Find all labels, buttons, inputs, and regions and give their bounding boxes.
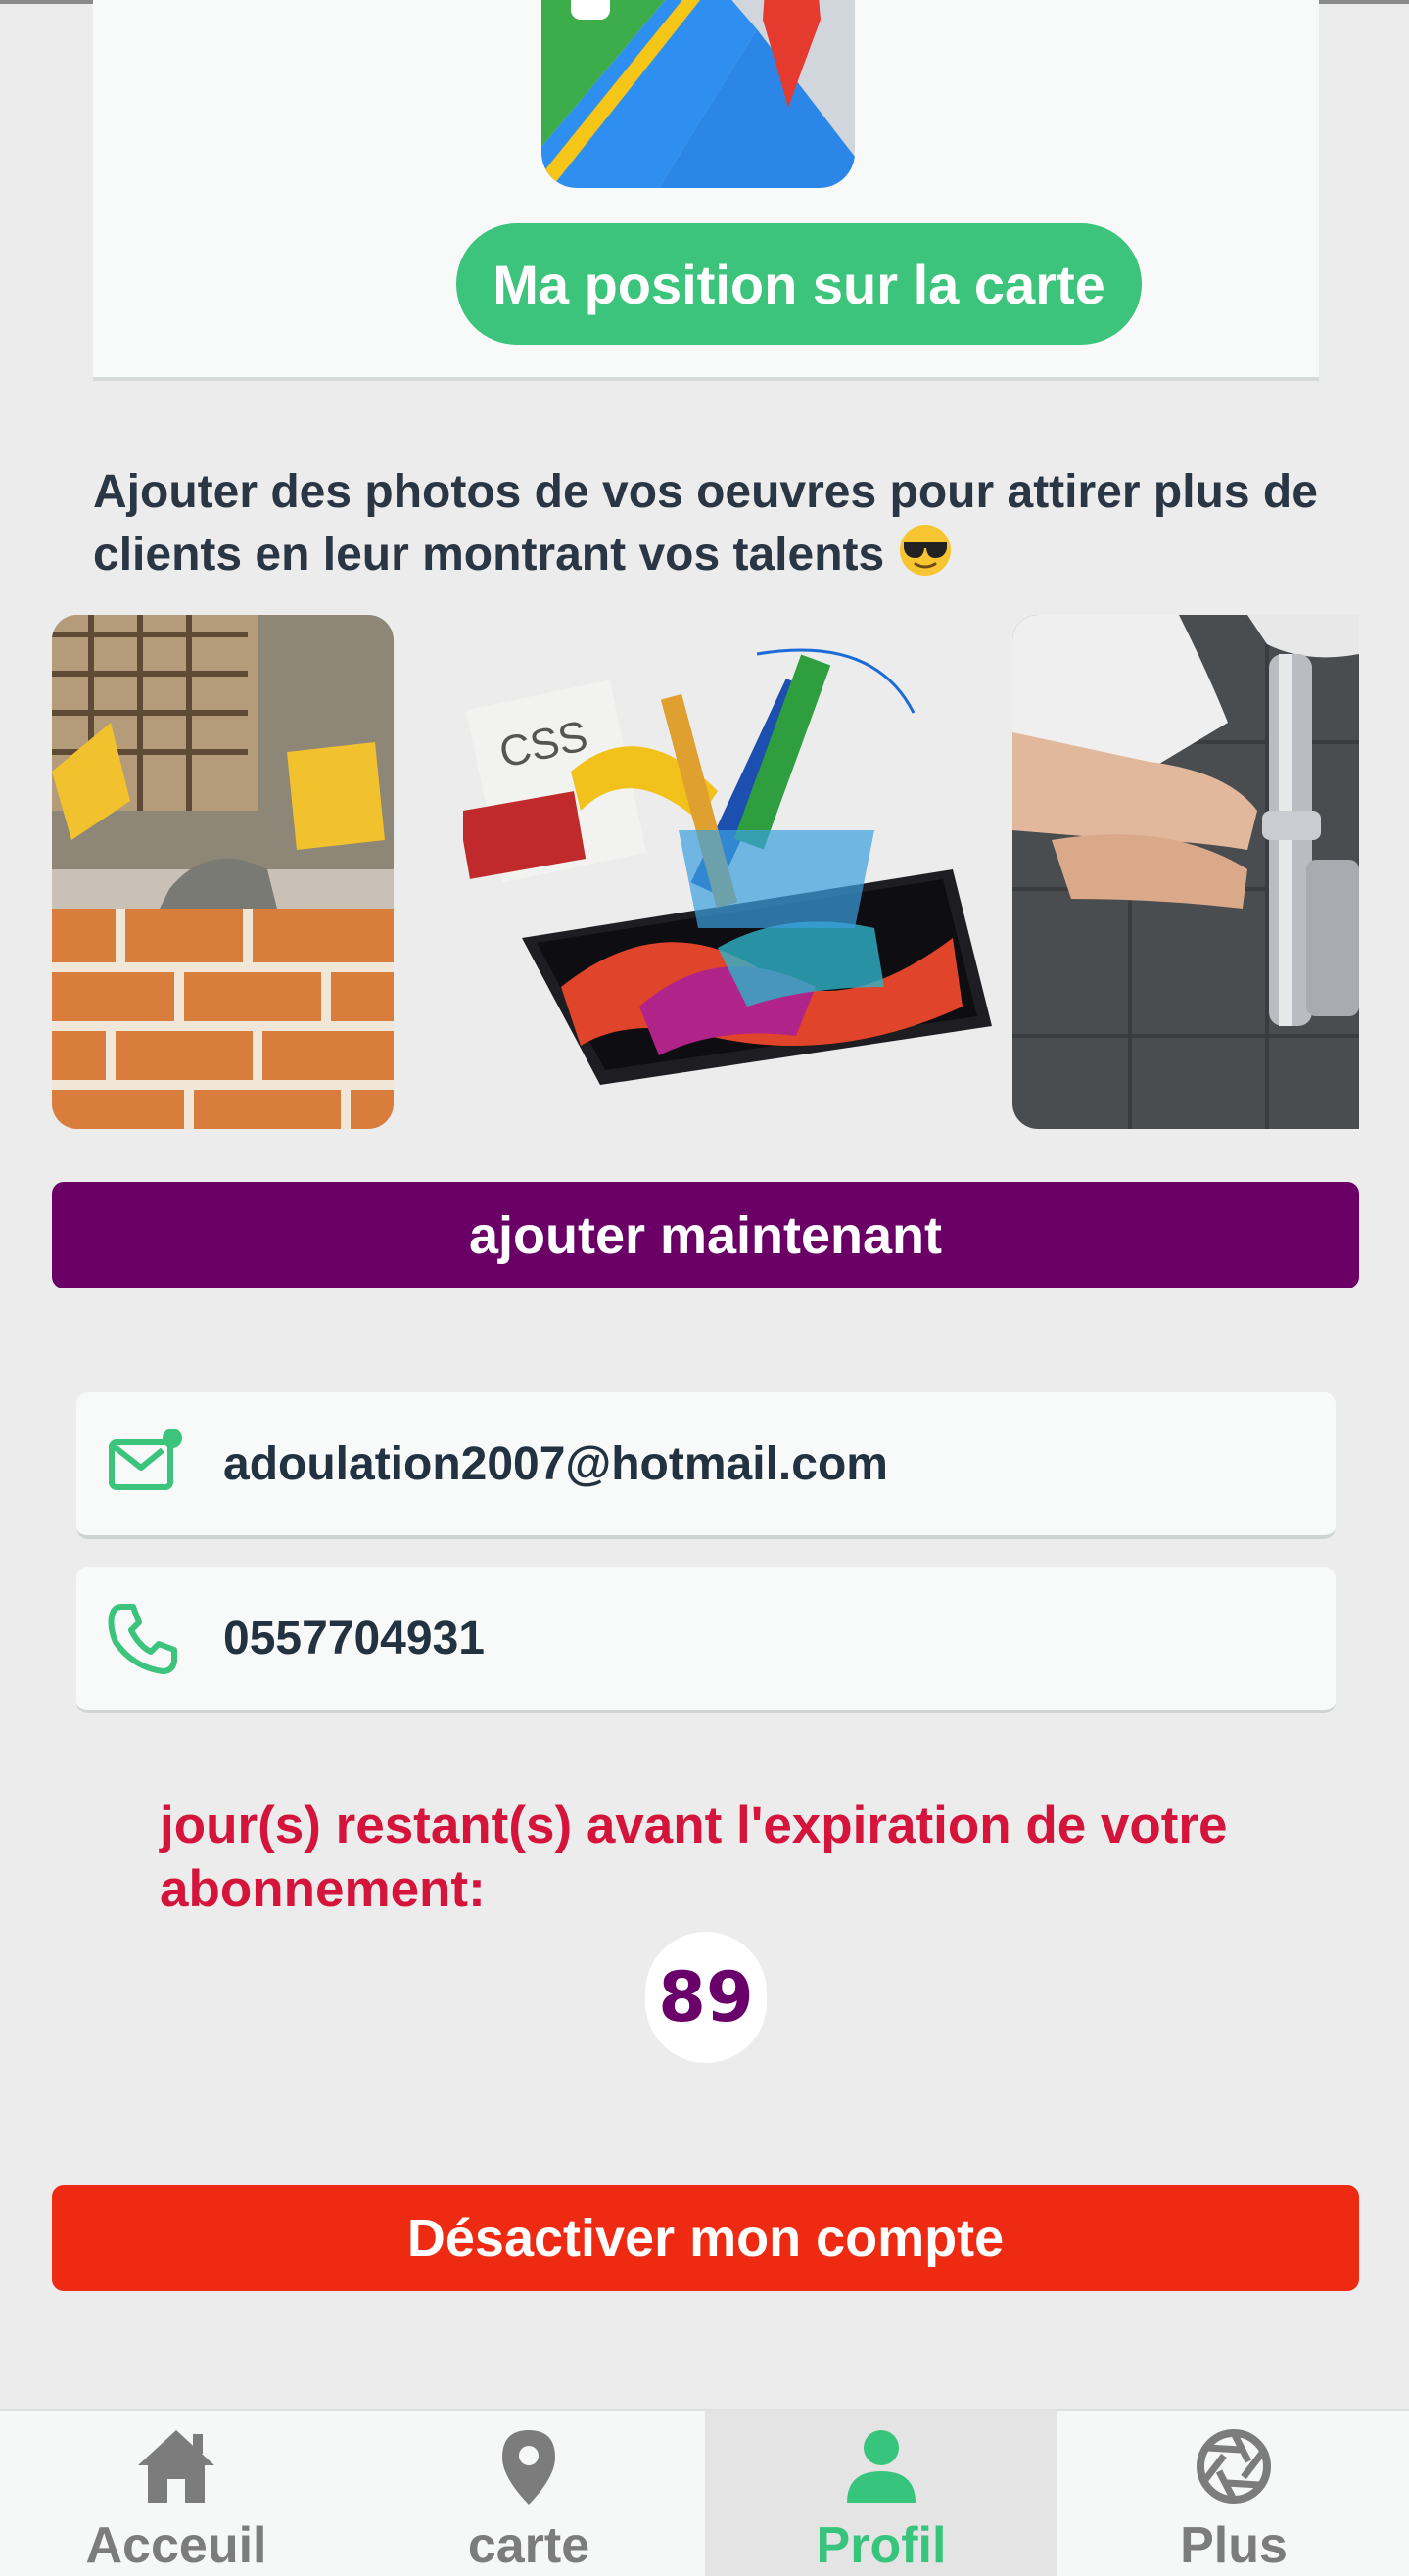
map-card: Ma position sur la carte [93,0,1319,381]
nav-item-home[interactable]: Acceuil [0,2411,352,2576]
phone-card: 0557704931 [76,1567,1336,1713]
map-pin-icon [502,2430,555,2505]
nav-item-map[interactable]: carte [352,2411,705,2576]
mail-icon [109,1429,182,1490]
email-value: adoulation2007@hotmail.com [223,1437,888,1490]
email-card: adoulation2007@hotmail.com [76,1392,1336,1539]
nav-label-home: Acceuil [85,2517,267,2574]
google-maps-icon [541,0,855,188]
graphic-design-tools-illustration[interactable]: CSS [463,615,1002,1129]
nav-item-more[interactable]: Plus [1057,2411,1409,2576]
home-icon [138,2430,214,2503]
nav-label-more: Plus [1180,2517,1288,2574]
nav-item-profile[interactable]: Profil [705,2411,1057,2576]
promo-text: Ajouter des photos de vos oeuvres pour a… [93,462,1346,585]
phone-icon [108,1604,177,1674]
phone-value: 0557704931 [223,1612,485,1664]
sunglasses-emoji-icon [899,525,951,576]
days-remaining-badge: 89 [645,1932,767,2063]
nav-label-profile: Profil [816,2517,947,2574]
aperture-icon [1197,2429,1271,2504]
promo-text-content: Ajouter des photos de vos oeuvres pour a… [93,466,1318,581]
plumber-photo[interactable] [1012,615,1359,1129]
my-position-button[interactable]: Ma position sur la carte [456,223,1142,345]
deactivate-account-button[interactable]: Désactiver mon compte [52,2185,1359,2291]
add-now-button[interactable]: ajouter maintenant [52,1182,1359,1288]
bricklayer-photo[interactable] [52,615,394,1129]
works-gallery[interactable]: CSS [52,615,1359,1134]
subscription-expiry-label: jour(s) restant(s) avant l'expiration de… [160,1797,1228,1918]
bottom-navigation: Acceuil carte Profil Plus [0,2409,1409,2576]
nav-label-map: carte [467,2517,590,2574]
person-icon [847,2430,916,2503]
